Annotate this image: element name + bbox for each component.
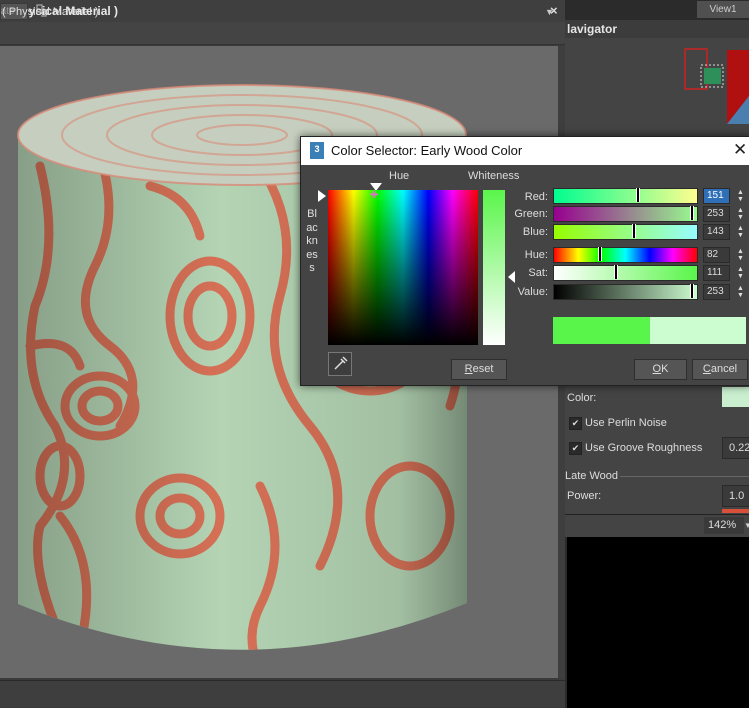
zoom-dropdown[interactable]: 142%	[704, 517, 744, 534]
close-icon[interactable]: ✕	[733, 140, 747, 160]
empty-panel-area	[567, 537, 749, 708]
hue-label: Hue	[389, 170, 410, 182]
red-label: Red:	[524, 191, 548, 203]
sat-slider[interactable]	[553, 265, 698, 281]
blue-slider[interactable]	[553, 224, 698, 240]
early-wood-color-swatch[interactable]	[722, 387, 749, 407]
red-slider-thumb[interactable]	[636, 188, 640, 202]
whiteness-label: Whiteness	[468, 170, 520, 182]
sat-field[interactable]: 111	[703, 265, 730, 281]
blue-slider-thumb[interactable]	[632, 224, 636, 238]
node-graph-thumbnail	[684, 48, 749, 124]
hue-value-label: Hue:	[524, 249, 548, 261]
picker-crosshair[interactable]: ✚	[370, 191, 380, 201]
value-field[interactable]: 253	[703, 284, 730, 300]
late-wood-group-label: Late Wood	[565, 470, 619, 482]
sat-spinner[interactable]: ▲ ▼	[736, 266, 745, 280]
navigator-title: lavigator	[567, 22, 618, 36]
value-label: Value:	[517, 286, 548, 298]
blue-spinner[interactable]: ▲ ▼	[736, 225, 745, 239]
original-color-preview[interactable]	[650, 317, 746, 344]
dialog-title: Color Selector: Early Wood Color	[331, 143, 523, 158]
hue-spinner[interactable]: ▲ ▼	[736, 248, 745, 262]
tab-view1[interactable]: View1	[697, 1, 749, 18]
value-spinner[interactable]: ▲ ▼	[736, 285, 745, 299]
sat-label: Sat:	[528, 267, 548, 279]
hue-field[interactable]: 82	[703, 247, 730, 263]
sat-slider-thumb[interactable]	[614, 265, 618, 279]
reset-button[interactable]: Reset	[451, 359, 507, 380]
blue-field[interactable]: 143	[703, 224, 730, 240]
new-color-preview	[553, 317, 650, 344]
preview-toolbar	[0, 22, 565, 45]
ok-button[interactable]: OK	[634, 359, 687, 380]
red-slider[interactable]	[553, 188, 698, 204]
value-slider-thumb[interactable]	[690, 284, 694, 298]
blackness-label: Blackness	[306, 208, 318, 274]
green-slider-thumb[interactable]	[690, 206, 694, 220]
hue-slider[interactable]	[553, 247, 698, 263]
use-groove-roughness-label: Use Groove Roughness	[585, 442, 703, 454]
chevron-down-icon[interactable]: ▼	[545, 7, 554, 17]
late-wood-color-swatch[interactable]	[722, 509, 749, 513]
app-icon: 3	[310, 142, 324, 159]
red-spinner[interactable]: ▲ ▼	[736, 189, 745, 203]
power-label: Power:	[567, 490, 602, 502]
blackness-marker[interactable]	[318, 190, 326, 202]
green-field[interactable]: 253	[703, 206, 730, 222]
navigator-view[interactable]	[565, 38, 749, 138]
cancel-button[interactable]: Cancel	[692, 359, 748, 380]
value-slider[interactable]	[553, 284, 698, 300]
use-perlin-noise-checkbox[interactable]: ✔	[569, 417, 582, 430]
hue-blackness-picker[interactable]	[328, 190, 478, 345]
material-dropdown[interactable]	[0, 680, 565, 707]
groove-roughness-field[interactable]: 0.22	[722, 437, 749, 459]
group-divider	[620, 476, 749, 477]
green-slider[interactable]	[553, 206, 698, 222]
use-groove-roughness-checkbox[interactable]: ✔	[569, 442, 582, 455]
use-perlin-noise-label: Use Perlin Noise	[585, 417, 667, 429]
chevron-down-icon[interactable]: ▼	[744, 521, 749, 530]
blue-label: Blue:	[522, 226, 548, 238]
material-dropdown-label: ( Physical Material )	[2, 6, 99, 18]
eyedropper-icon[interactable]	[328, 352, 352, 376]
red-field[interactable]: 151	[703, 188, 730, 204]
color-label: Color:	[567, 392, 597, 404]
hue-slider-thumb[interactable]	[598, 247, 602, 261]
green-spinner[interactable]: ▲ ▼	[736, 207, 745, 221]
power-field[interactable]: 1.0	[722, 485, 749, 507]
green-label: Green:	[514, 208, 548, 220]
